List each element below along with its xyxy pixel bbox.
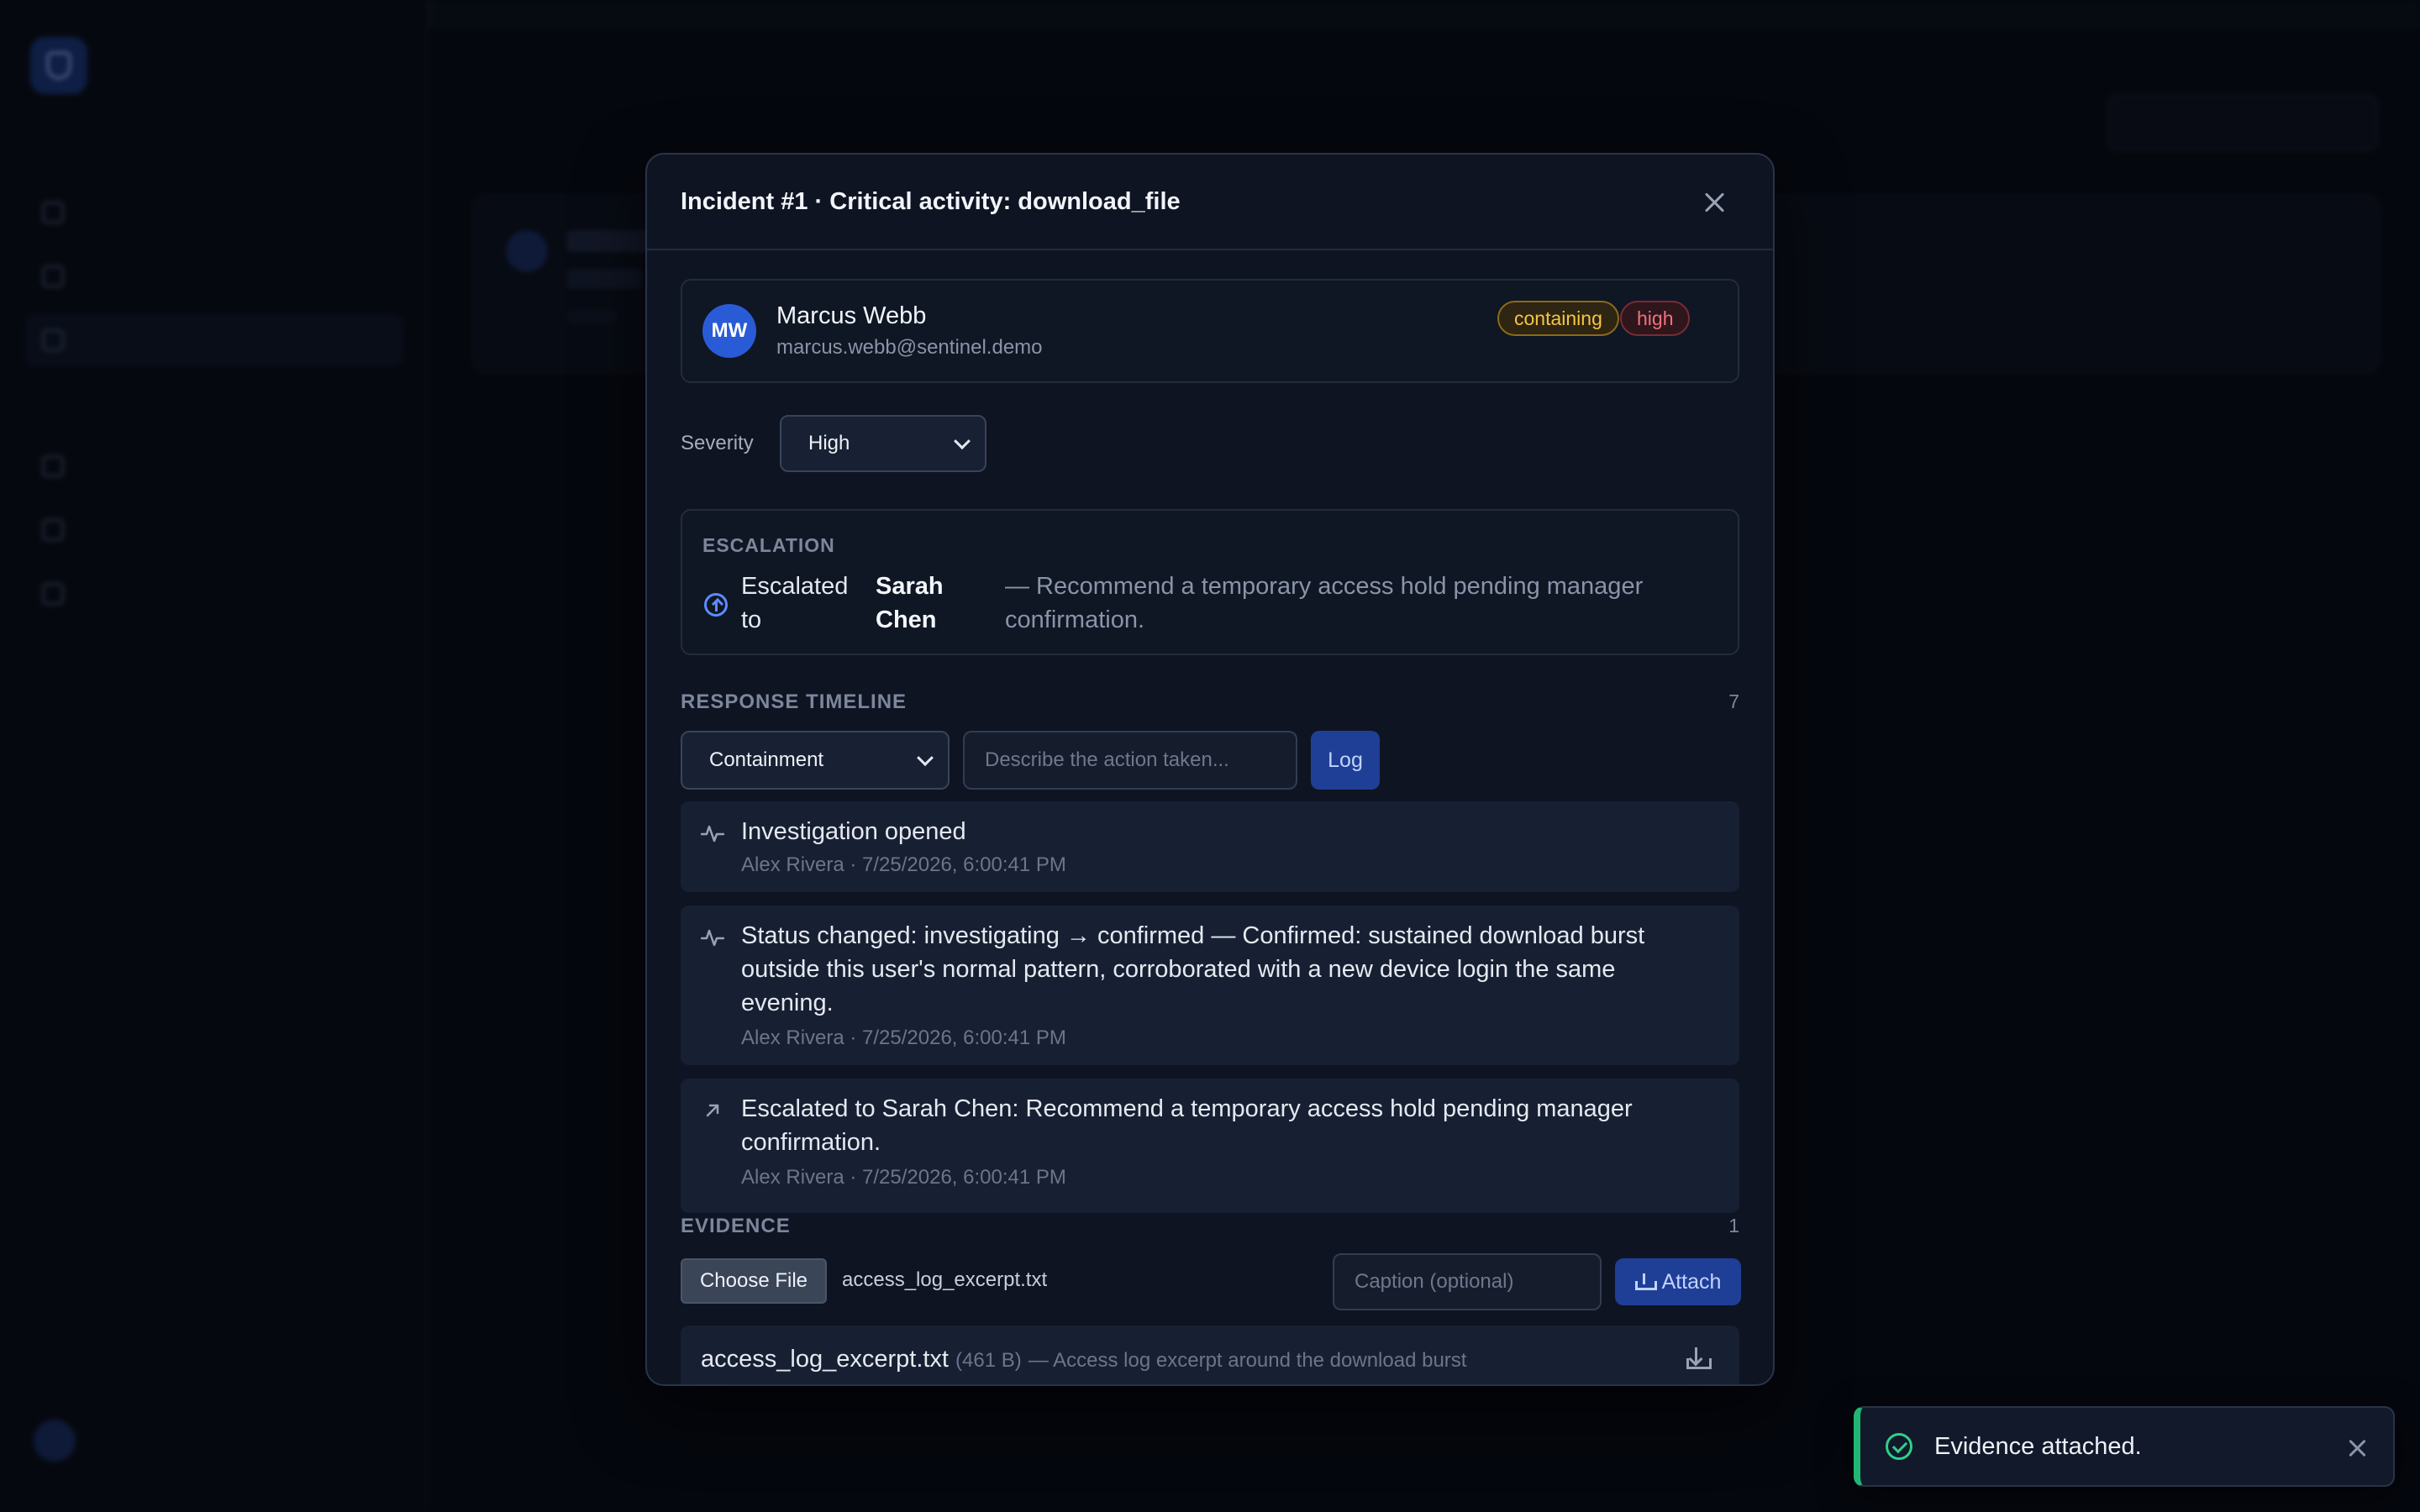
chevron-down-icon	[917, 749, 934, 767]
chosen-file-name: access_log_excerpt.txt	[842, 1268, 1048, 1291]
timeline-item-text: Escalated to Sarah Chen: Recommend a tem…	[741, 1095, 1633, 1156]
close-icon	[1705, 192, 1725, 213]
evidence-file-caption: — Access log excerpt around the download…	[1028, 1349, 1467, 1372]
close-icon	[2349, 1440, 2366, 1457]
escalation-prefix: Escalated to	[741, 573, 849, 633]
action-description-input[interactable]	[963, 731, 1297, 790]
download-button[interactable]	[1682, 1344, 1712, 1374]
timeline-item-meta: Alex Rivera · 7/25/2026, 6:00:41 PM	[741, 1026, 1066, 1049]
evidence-item-name: access_log_excerpt.txt (461 B) — Access …	[701, 1346, 1466, 1373]
user-email: marcus.webb@sentinel.demo	[776, 336, 1043, 359]
timeline-item-text: Investigation opened	[741, 818, 966, 845]
upload-icon	[1634, 1273, 1657, 1290]
escalation-note: — Recommend a temporary access hold pend…	[1005, 573, 1644, 633]
timeline-item-meta: Alex Rivera · 7/25/2026, 6:00:41 PM	[741, 853, 1066, 876]
severity-select-value: High	[808, 432, 850, 454]
toast-close-button[interactable]	[2343, 1433, 2373, 1463]
severity-select[interactable]: High	[780, 415, 986, 472]
evidence-file-name: access_log_excerpt.txt	[701, 1346, 949, 1373]
toast-message: Evidence attached.	[1934, 1433, 2142, 1460]
evidence-item: access_log_excerpt.txt (461 B) — Access …	[681, 1326, 1739, 1384]
timeline-item: Escalated to Sarah Chen: Recommend a tem…	[681, 1079, 1739, 1213]
log-button[interactable]: Log	[1311, 731, 1380, 790]
avatar: MW	[702, 304, 756, 358]
attach-button-label: Attach	[1661, 1269, 1722, 1294]
timeline-label: RESPONSE TIMELINE	[681, 690, 908, 713]
pulse-icon	[701, 823, 724, 845]
toast-notification: Evidence attached.	[1854, 1406, 2395, 1487]
caption-input[interactable]	[1333, 1253, 1602, 1310]
choose-file-button[interactable]: Choose File	[681, 1258, 827, 1304]
status-badge: containing	[1497, 301, 1619, 336]
severity-badge: high	[1620, 301, 1691, 336]
user-name: Marcus Webb	[776, 302, 927, 329]
chevron-down-icon	[954, 433, 971, 450]
action-type-select[interactable]: Containment	[681, 731, 950, 790]
attach-button[interactable]: Attach	[1615, 1258, 1741, 1305]
timeline-item: Status changed: investigating → confirme…	[681, 906, 1739, 1065]
user-card: MW Marcus Webb marcus.webb@sentinel.demo…	[681, 279, 1739, 383]
evidence-label: EVIDENCE	[681, 1215, 791, 1237]
evidence-file-size: (461 B)	[955, 1349, 1022, 1372]
escalation-label: ESCALATION	[702, 534, 835, 556]
pulse-icon	[701, 927, 724, 949]
download-icon	[1688, 1352, 1703, 1367]
timeline-item-meta: Alex Rivera · 7/25/2026, 6:00:41 PM	[741, 1166, 1066, 1189]
timeline-item: Investigation opened Alex Rivera · 7/25/…	[681, 801, 1739, 892]
modal-title: Incident #1 · Critical activity: downloa…	[681, 188, 1181, 215]
incident-modal: Incident #1 · Critical activity: downloa…	[645, 153, 1775, 1386]
arrow-up-right-icon	[701, 1100, 724, 1122]
timeline-item-text: Status changed: investigating → confirme…	[741, 922, 1645, 1016]
severity-label: Severity	[681, 432, 754, 454]
arrow-up-circle-icon	[704, 593, 728, 617]
modal-header: Incident #1 · Critical activity: downloa…	[647, 155, 1773, 250]
evidence-count: 1	[1728, 1215, 1739, 1236]
escalation-box: ESCALATION Escalated to Sarah Chen — Rec…	[681, 509, 1739, 655]
action-type-value: Containment	[709, 748, 824, 771]
close-button[interactable]	[1697, 185, 1733, 220]
timeline-count: 7	[1728, 690, 1739, 712]
escalation-target: Sarah Chen	[876, 573, 944, 633]
check-circle-icon	[1886, 1433, 1912, 1460]
